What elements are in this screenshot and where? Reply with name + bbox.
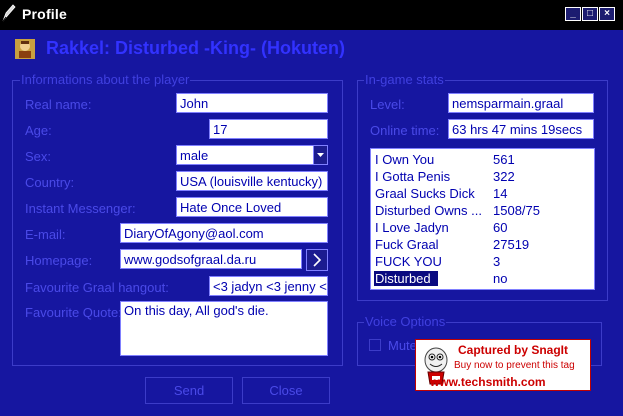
quote-label: Favourite Quote:: [25, 305, 122, 320]
country-label: Country:: [25, 175, 75, 190]
snagit-line-3: www.techsmith.com: [430, 375, 546, 389]
open-homepage-button[interactable]: [306, 249, 328, 271]
player-name-heading: Rakkel: Disturbed -King- (Hokuten): [46, 38, 346, 58]
chevron-down-icon[interactable]: [313, 146, 327, 164]
messenger-field[interactable]: Hate Once Loved: [176, 197, 328, 217]
player-avatar-icon: [15, 39, 35, 59]
stats-list[interactable]: I Own You 561 I Gotta Penis 322 Graal Su…: [370, 148, 595, 290]
sex-label: Sex:: [25, 149, 52, 164]
messenger-label: Instant Messenger:: [25, 201, 136, 216]
homepage-field[interactable]: www.godsofgraal.da.ru: [120, 249, 302, 269]
stat-value: 3: [493, 254, 501, 269]
close-window-button[interactable]: ×: [599, 7, 615, 21]
email-field[interactable]: DiaryOfAgony@aol.com: [120, 223, 328, 243]
stat-name: I Love Jadyn: [375, 220, 449, 235]
stat-name: Disturbed: [374, 271, 438, 286]
snagit-line-1: Captured by SnagIt: [458, 343, 569, 357]
email-label: E-mail:: [25, 227, 66, 242]
mute-label: Mute: [388, 338, 417, 353]
age-field[interactable]: 17: [209, 119, 328, 139]
sex-selected-value: male: [180, 148, 209, 163]
stat-value: 561: [493, 152, 515, 167]
level-field[interactable]: nemsparmain.graal: [448, 93, 594, 113]
sex-dropdown[interactable]: male: [176, 145, 328, 165]
stat-value: 14: [493, 186, 508, 201]
real-name-label: Real name:: [25, 97, 92, 112]
hangout-field[interactable]: <3 jadyn <3 jenny <: [209, 276, 328, 296]
arrow-right-icon: [313, 253, 322, 267]
window-title: Profile: [22, 6, 67, 22]
real-name-field[interactable]: John: [176, 93, 328, 113]
stat-value: 1508/75: [493, 203, 540, 218]
snagit-watermark: Captured by SnagIt Buy now to prevent th…: [415, 339, 591, 391]
stat-name: I Own You: [375, 152, 435, 167]
online-time-field[interactable]: 63 hrs 47 mins 19secs: [448, 119, 594, 139]
stat-name: FUCK YOU: [375, 254, 442, 269]
country-field[interactable]: USA (louisville kentucky): [176, 171, 328, 191]
snagit-line-2: Buy now to prevent this tag: [454, 360, 575, 371]
stat-value: 322: [493, 169, 515, 184]
quote-textarea[interactable]: On this day, All god's die.: [120, 301, 328, 356]
stat-value: no: [493, 271, 508, 286]
ingame-stats-group-title: In-game stats: [364, 72, 445, 87]
mute-checkbox[interactable]: [369, 339, 381, 351]
stat-value: 27519: [493, 237, 530, 252]
player-info-group-title: Informations about the player: [20, 72, 191, 87]
hangout-label: Favourite Graal hangout:: [25, 280, 169, 295]
level-label: Level:: [370, 97, 405, 112]
age-label: Age:: [25, 123, 52, 138]
title-bar[interactable]: Profile _ □ ×: [0, 0, 623, 30]
maximize-button[interactable]: □: [582, 7, 598, 21]
minimize-button[interactable]: _: [565, 7, 581, 21]
pencil-app-icon: [2, 4, 16, 22]
close-button[interactable]: Close: [242, 377, 330, 404]
stat-name: Graal Sucks Dick: [375, 186, 475, 201]
online-time-label: Online time:: [370, 123, 440, 138]
stat-name: Fuck Graal: [375, 237, 439, 252]
stat-name: I Gotta Penis: [375, 169, 451, 184]
stat-value: 60: [493, 220, 508, 235]
send-button[interactable]: Send: [145, 377, 233, 404]
voice-options-group-title: Voice Options: [364, 314, 447, 329]
homepage-label: Homepage:: [25, 253, 93, 268]
stat-name: Disturbed Owns ...: [375, 203, 482, 218]
